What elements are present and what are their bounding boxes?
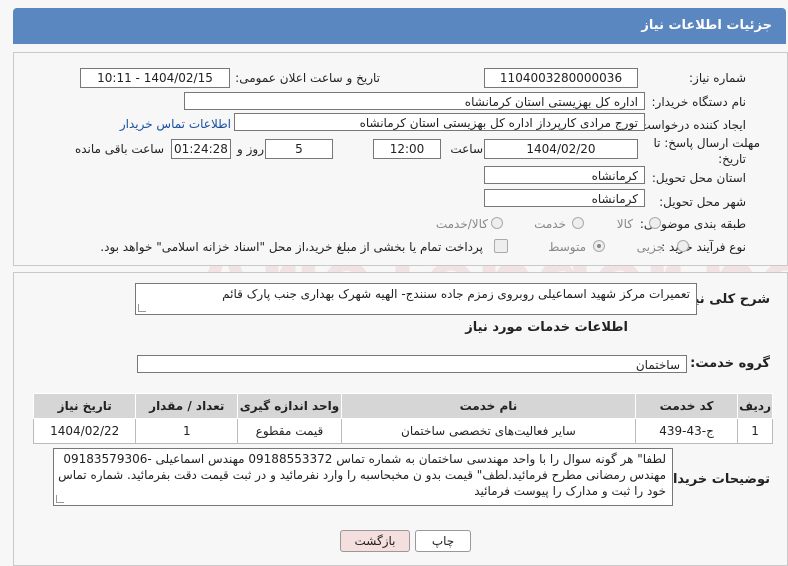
creator-label: ایجاد کننده درخواست: [635, 118, 746, 132]
creator-field[interactable]: تورج مرادی کارپرداز اداره کل بهزیستی است… [234, 113, 645, 131]
city-field[interactable]: کرمانشاه [484, 189, 645, 207]
payment-note: پرداخت تمام یا بخشی از مبلغ خرید،از محل … [100, 240, 483, 254]
process-label: نوع فرآیند خرید : [661, 240, 746, 254]
deadline-date-field[interactable]: 1404/02/20 [484, 139, 638, 159]
table-row[interactable]: 1 ج-43-439 سایر فعالیت‌های تخصصی ساختمان… [32, 418, 773, 444]
cell-date: 1404/02/22 [32, 418, 137, 444]
buyer-notes-line-3: خود را ثبت و مدارک را پیوست فرمائید [474, 484, 666, 498]
table-header-row: ردیف کد خدمت نام خدمت واحد اندازه گیری ت… [32, 393, 773, 419]
buyer-notes-line-2: مهندس رمضانی مطرح فرمائید.لطف" قیمت بدو … [58, 468, 666, 482]
service-group-label: گروه خدمت: [690, 356, 770, 371]
buyer-notes-line-1: لطفا" هر گونه سوال را با واحد مهندسی ساخ… [63, 452, 666, 466]
deadline-time-field[interactable]: 12:00 [373, 139, 441, 159]
summary-textarea[interactable]: تعمیرات مرکز شهید اسماعیلی روبروی زمزم ج… [135, 283, 697, 315]
deadline-label: مهلت ارسال پاسخ: تا [653, 136, 760, 150]
col-date: تاریخ نیاز [32, 393, 137, 419]
process-medium-radio[interactable] [593, 240, 605, 252]
contact-info-link[interactable]: اطلاعات تماس خریدار [120, 117, 231, 131]
category-both-radio[interactable] [491, 217, 503, 229]
buyer-notes-label: توضیحات خریدار: [660, 472, 770, 487]
back-button[interactable]: بازگشت [340, 530, 410, 552]
buyer-org-label: نام دستگاه خریدار: [651, 95, 747, 109]
resize-handle[interactable] [138, 304, 146, 312]
cell-unit: قیمت مقطوع [237, 418, 342, 444]
col-row: ردیف [737, 393, 773, 419]
days-field[interactable]: 5 [265, 139, 333, 159]
process-minor-label: جزیی [636, 240, 664, 254]
cell-row: 1 [737, 418, 773, 444]
col-unit: واحد اندازه گیری [237, 393, 342, 419]
process-minor-radio[interactable] [677, 240, 689, 252]
col-name: نام خدمت [340, 393, 637, 419]
services-table: ردیف کد خدمت نام خدمت واحد اندازه گیری ت… [32, 393, 773, 444]
summary-text: تعمیرات مرکز شهید اسماعیلی روبروی زمزم ج… [222, 287, 690, 301]
time-label: ساعت [450, 142, 483, 156]
remaining-label: ساعت باقی مانده [74, 142, 164, 156]
col-qty: تعداد / مقدار [135, 393, 239, 419]
need-number-field[interactable]: 1104003280000036 [484, 68, 638, 88]
service-group-field[interactable]: ساختمان [137, 355, 687, 373]
header-bar: جزئیات اطلاعات نیاز [13, 8, 786, 44]
resize-handle[interactable] [56, 495, 64, 503]
need-details-page: AriaTender.neT جزئیات اطلاعات نیاز شماره… [0, 0, 788, 566]
cell-qty: 1 [135, 418, 239, 444]
announce-field[interactable]: 1404/02/15 - 10:11 [80, 68, 230, 88]
city-label: شهر محل تحویل: [659, 195, 746, 209]
category-both-label: کالا/خدمت [435, 217, 488, 231]
buyer-notes-textarea[interactable]: لطفا" هر گونه سوال را با واحد مهندسی ساخ… [53, 448, 673, 506]
category-service-label: خدمت [534, 217, 566, 231]
services-section-title: اطلاعات خدمات مورد نیاز [465, 320, 628, 335]
cell-code: ج-43-439 [635, 418, 739, 444]
province-label: استان محل تحویل: [651, 171, 746, 185]
remaining-time-field[interactable]: 01:24:28 [171, 139, 231, 159]
print-button[interactable]: چاپ [415, 530, 471, 552]
category-service-radio[interactable] [572, 217, 584, 229]
category-goods-label: کالا [616, 217, 633, 231]
process-medium-label: متوسط [548, 240, 586, 254]
province-field[interactable]: کرمانشاه [484, 166, 645, 184]
col-code: کد خدمت [635, 393, 739, 419]
payment-checkbox[interactable] [494, 239, 508, 253]
buyer-org-field[interactable]: اداره کل بهزیستی استان کرمانشاه [184, 92, 645, 110]
announce-label: تاریخ و ساعت اعلان عمومی: [235, 71, 380, 85]
need-number-label: شماره نیاز: [689, 71, 746, 85]
days-label: روز و [237, 142, 264, 156]
deadline-label-date: تاریخ: [718, 152, 746, 166]
page-title: جزئیات اطلاعات نیاز [641, 18, 772, 33]
category-goods-radio[interactable] [649, 217, 661, 229]
cell-name: سایر فعالیت‌های تخصصی ساختمان [340, 418, 637, 444]
